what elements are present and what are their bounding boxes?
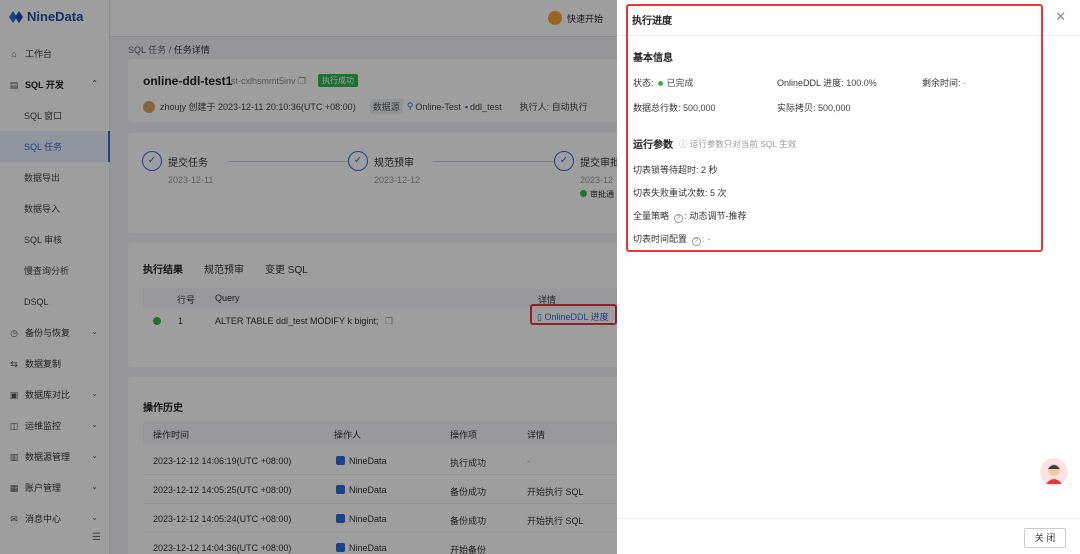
copied-label: 实际拷贝: bbox=[777, 103, 816, 113]
modal-mask[interactable] bbox=[0, 0, 617, 554]
status-label: 状态: bbox=[633, 78, 654, 88]
status-field: 状态: 已完成 bbox=[633, 76, 694, 89]
status-value: 已完成 bbox=[666, 78, 694, 88]
remain-field: 剩余时间: - bbox=[922, 76, 966, 89]
help-icon[interactable]: ? bbox=[691, 237, 701, 246]
basic-info-title: 基本信息 bbox=[633, 53, 673, 64]
close-icon[interactable]: ✕ bbox=[1055, 9, 1066, 25]
remain-label: 剩余时间: bbox=[922, 78, 961, 88]
progress-label: OnlineDDL 进度: bbox=[777, 78, 844, 88]
total-rows-field: 数据总行数: 500,000 bbox=[633, 101, 716, 114]
copied-value: 500,000 bbox=[818, 103, 851, 113]
progress-field: OnlineDDL 进度: 100.0% bbox=[777, 76, 877, 89]
switch-time-label: 切表时间配置 bbox=[633, 234, 688, 244]
switch-time-field: 切表时间配置 ?: - bbox=[633, 232, 711, 246]
total-rows-label: 数据总行数: bbox=[633, 103, 681, 113]
remain-value: - bbox=[963, 78, 967, 88]
switch-time-value: : - bbox=[702, 234, 711, 244]
lock-timeout-field: 切表锁等待超时: 2 秒 bbox=[633, 165, 718, 175]
params-hint: ⓘ 运行参数只对当前 SQL 生效 bbox=[679, 138, 796, 150]
strategy-value: : 动态调节-推荐 bbox=[684, 211, 747, 221]
copied-field: 实际拷贝: 500,000 bbox=[777, 101, 851, 114]
strategy-label: 全量策略 bbox=[633, 211, 670, 221]
help-icon[interactable]: ? bbox=[673, 214, 683, 223]
strategy-field: 全量策略 ?: 动态调节-推荐 bbox=[633, 209, 747, 223]
params-title: 运行参数 bbox=[633, 140, 673, 151]
support-avatar-graphic bbox=[1046, 464, 1062, 484]
info-icon: ⓘ bbox=[679, 139, 688, 149]
params-hint-text: 运行参数只对当前 SQL 生效 bbox=[689, 139, 797, 149]
drawer-footer: 关 闭 bbox=[617, 518, 1080, 554]
app-root: NineData ⌂ 工作台 ▤ SQL 开发 ⌃ SQL 窗口 SQL 任务 数据导… bbox=[0, 0, 1080, 554]
total-rows-value: 500,000 bbox=[683, 103, 716, 113]
retry-field: 切表失败重试次数: 5 次 bbox=[633, 188, 727, 198]
close-button[interactable]: 关 闭 bbox=[1024, 528, 1066, 548]
progress-drawer: 执行进度 ✕ 基本信息 状态: 已完成 OnlineDDL 进度: 100.0% … bbox=[617, 0, 1080, 554]
status-dot bbox=[657, 80, 663, 86]
support-avatar-icon[interactable] bbox=[1040, 458, 1068, 486]
progress-value: 100.0% bbox=[846, 78, 877, 88]
